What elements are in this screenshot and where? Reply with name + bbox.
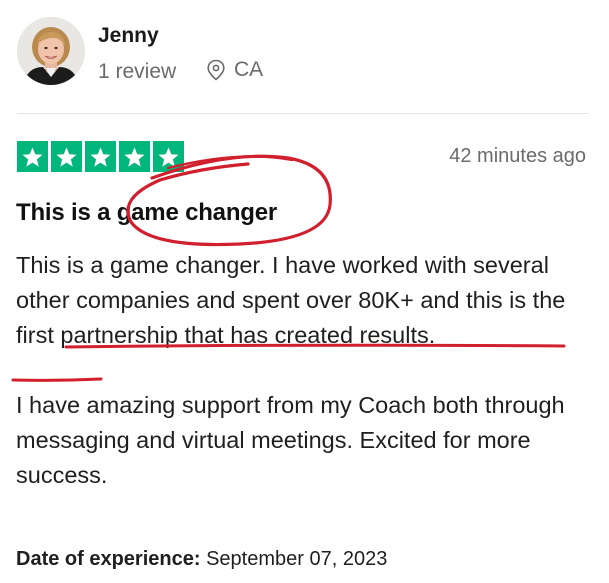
avatar[interactable] [17,17,85,85]
star-box [51,141,82,172]
date-of-experience: Date of experience: September 07, 2023 [16,548,387,571]
reviewer-name[interactable]: Jenny [98,24,159,48]
date-of-experience-value: September 07, 2023 [206,548,388,570]
review-paragraph-1: This is a game changer. I have worked wi… [16,252,566,348]
review-title[interactable]: This is a game changer [16,199,277,227]
location-pin-icon [207,59,225,81]
reviewer-avatar-image [17,17,85,85]
date-of-experience-label: Date of experience: [16,548,201,570]
divider [17,113,589,114]
star-icon [56,146,77,167]
star-icon [124,146,145,167]
star-box [119,141,150,172]
star-icon [22,146,43,167]
star-icon [90,146,111,167]
review-body: This is a game changer. I have worked wi… [16,248,596,493]
review-paragraph-2: I have amazing support from my Coach bot… [16,392,565,488]
location: CA [206,58,263,82]
star-box [153,141,184,172]
star-box [85,141,116,172]
location-label: CA [234,58,264,81]
star-rating [17,141,184,172]
star-icon [158,146,179,167]
review-count: 1 review [98,60,177,83]
star-box [17,141,48,172]
review-timestamp: 42 minutes ago [449,145,586,167]
review-card: Jenny 1 review CA 42 minutes ago This is… [0,0,609,583]
circle-annotation-stroke [166,155,294,170]
